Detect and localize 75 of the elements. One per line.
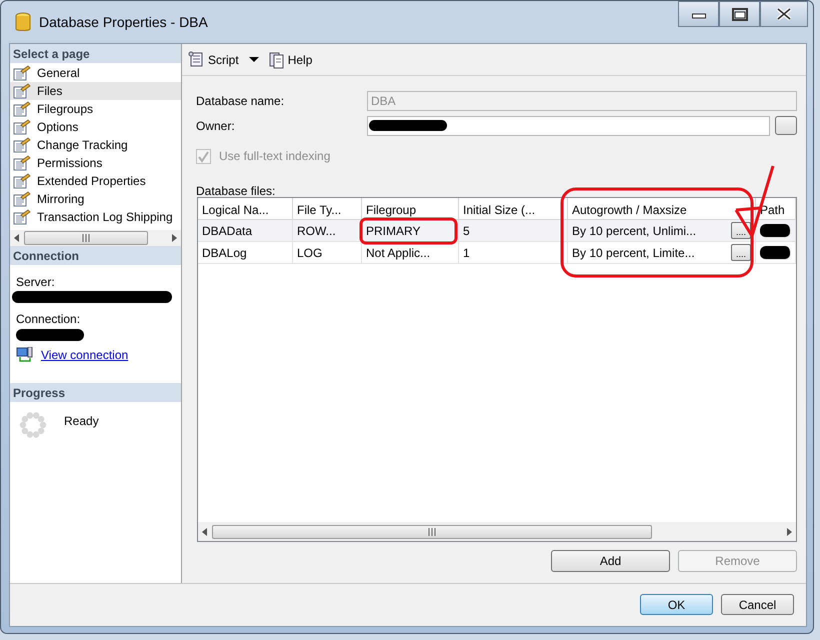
- progress-status: Ready: [64, 412, 99, 430]
- scroll-right-icon[interactable]: [786, 526, 793, 536]
- page-properties-icon: [13, 155, 31, 171]
- minimize-button[interactable]: [678, 1, 719, 27]
- table-cell-text: DBALog: [202, 244, 247, 262]
- checkbox-label: Use full-text indexing: [219, 148, 330, 165]
- scroll-icon: [188, 51, 204, 68]
- page-properties-icon: [13, 101, 31, 117]
- horizontal-scrollbar[interactable]: [198, 522, 796, 541]
- script-button[interactable]: Script: [188, 50, 239, 68]
- section-header: Connection: [10, 246, 181, 264]
- browse-button[interactable]: [775, 116, 797, 135]
- column-header[interactable]: Autogrowth / Maxsize: [568, 198, 756, 220]
- table-cell-text: By 10 percent, Unlimi...: [572, 222, 696, 240]
- table-cell-text: By 10 percent, Limite...: [572, 244, 695, 262]
- scroll-left-icon[interactable]: [201, 526, 208, 536]
- sidebar-item[interactable]: Filegroups: [10, 100, 181, 118]
- spinner-icon: [18, 410, 48, 440]
- column-header[interactable]: Logical Na...: [198, 198, 293, 220]
- sidebar-item[interactable]: Permissions: [10, 154, 181, 172]
- input-field[interactable]: [367, 116, 770, 136]
- scroll-left-icon[interactable]: [13, 232, 20, 242]
- sidebar-item[interactable]: Change Tracking: [10, 136, 181, 154]
- table-cell-text: 5: [463, 222, 470, 240]
- sidebar-item[interactable]: Mirroring: [10, 190, 181, 208]
- column-header[interactable]: Initial Size (...: [459, 198, 568, 220]
- close-button[interactable]: [760, 1, 808, 27]
- redaction-mark: [760, 246, 791, 260]
- sidebar-item[interactable]: Files: [10, 82, 181, 100]
- dialog-button[interactable]: Cancel: [721, 594, 794, 615]
- grip-icon[interactable]: [82, 232, 90, 242]
- scroll-right-icon[interactable]: [171, 232, 178, 242]
- section-header: Select a page: [10, 44, 181, 63]
- server-label: Server:: [16, 274, 56, 290]
- page-properties-icon: [13, 119, 31, 135]
- connection-icon: [16, 346, 33, 362]
- horizontal-scrollbar[interactable]: [10, 230, 181, 246]
- table-cell-text: 1: [463, 244, 470, 262]
- ellipsis-button[interactable]: ....: [731, 244, 751, 261]
- sidebar-item[interactable]: Options: [10, 118, 181, 136]
- page-properties-icon: [13, 173, 31, 189]
- close-icon[interactable]: [776, 7, 792, 21]
- sidebar-item[interactable]: Transaction Log Shipping: [10, 208, 181, 226]
- page-properties-icon: [13, 83, 31, 99]
- page-properties-icon: [13, 65, 31, 81]
- redaction-mark: [760, 224, 791, 238]
- page-properties-icon: [13, 191, 31, 207]
- maximize-button[interactable]: [719, 1, 760, 27]
- grip-icon[interactable]: [428, 526, 436, 536]
- database-icon: [15, 12, 31, 32]
- table-cell-text: ROW...: [297, 222, 336, 240]
- dialog-button[interactable]: OK: [640, 594, 713, 615]
- view-connection-link[interactable]: View connection: [41, 346, 128, 364]
- help-button[interactable]: Help: [268, 50, 312, 68]
- document-icon: [268, 50, 284, 68]
- column-header[interactable]: Path: [756, 198, 796, 220]
- table-cell-text: PRIMARY: [366, 222, 420, 240]
- sidebar-item[interactable]: General: [10, 64, 181, 82]
- page-properties-icon: [13, 209, 31, 225]
- dropdown-caret-icon[interactable]: [248, 57, 259, 62]
- field-label: Database name:: [196, 92, 286, 110]
- grid-button[interactable]: Add: [551, 550, 670, 572]
- table-cell-text: LOG: [297, 244, 322, 262]
- section-header: Progress: [10, 382, 181, 402]
- column-header[interactable]: File Ty...: [293, 198, 362, 220]
- field-label: Owner:: [196, 118, 236, 134]
- window-title: Database Properties - DBA: [39, 12, 208, 32]
- page-properties-icon: [13, 137, 31, 153]
- connection-label: Connection:: [16, 310, 82, 328]
- section-label: Database files:: [196, 183, 276, 197]
- sidebar-item[interactable]: Extended Properties: [10, 172, 181, 190]
- redaction-mark: [16, 328, 84, 340]
- maximize-icon[interactable]: [732, 8, 748, 20]
- table-cell-text: Not Applic...: [366, 244, 430, 262]
- table-cell-text: DBAData: [202, 222, 252, 240]
